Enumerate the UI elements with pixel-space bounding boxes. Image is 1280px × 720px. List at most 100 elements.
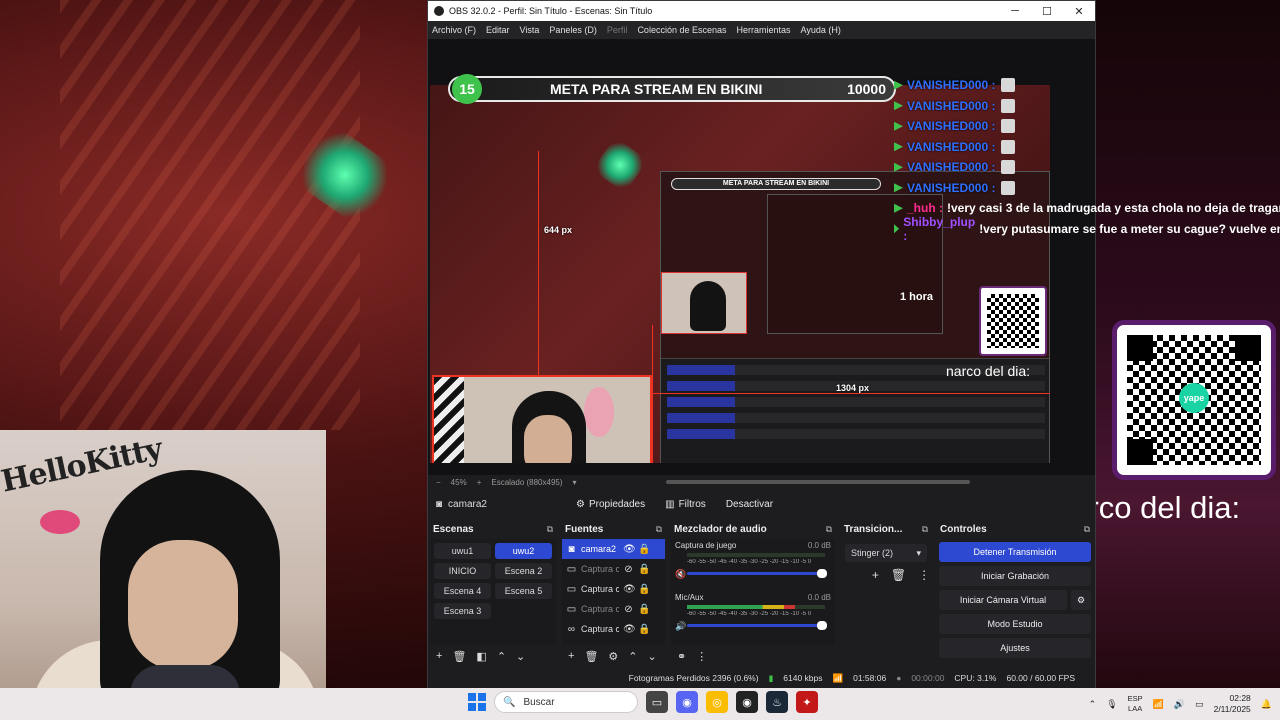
settings-button[interactable]: Ajustes <box>939 638 1091 658</box>
menu-view[interactable]: Vista <box>520 25 540 35</box>
virtual-camera-settings-button[interactable]: ⚙ <box>1071 590 1091 610</box>
window-icon: ▭ <box>566 563 577 575</box>
add-transition-icon[interactable]: + <box>872 568 879 582</box>
speaker-icon[interactable]: 🔊 <box>675 621 686 632</box>
stop-stream-button[interactable]: Detener Transmisión <box>939 542 1091 562</box>
notification-bell-icon[interactable]: 🔔 <box>1261 699 1272 710</box>
sources-dock: Fuentes ⧉ ◙ camara2 👁 🔒 ▭ Captura c ⊘ 🔒 ▭ Captur… <box>560 521 667 667</box>
preview-horizontal-scrollbar[interactable] <box>666 480 970 484</box>
more-options-icon[interactable]: ⋮ <box>918 568 930 582</box>
chrome-icon[interactable]: ◎ <box>706 691 728 713</box>
lock-icon[interactable]: 🔒 <box>638 544 650 555</box>
gear-icon[interactable]: ⚙ <box>608 650 618 663</box>
lock-icon[interactable]: 🔒 <box>638 564 650 575</box>
source-item[interactable]: ◙ camara2 👁 🔒 <box>562 539 665 559</box>
source-item[interactable]: ▭ Captura c ⊘ 🔒 <box>562 599 665 619</box>
wifi-icon[interactable]: 📶 <box>1153 699 1164 710</box>
remove-transition-icon[interactable]: 🗑 <box>891 568 906 582</box>
remove-scene-icon[interactable]: 🗑 <box>452 650 466 663</box>
obs-taskbar-icon[interactable]: ◉ <box>736 691 758 713</box>
game-app-icon[interactable]: ✦ <box>796 691 818 713</box>
zoom-out-button[interactable]: − <box>436 478 441 487</box>
properties-button[interactable]: ⚙ Propiedades <box>566 495 655 514</box>
chevron-down-icon[interactable]: ▾ <box>573 478 577 487</box>
scene-uwu2[interactable]: uwu2 <box>495 543 552 559</box>
meta-title: META PARA STREAM EN BIKINI <box>550 81 763 97</box>
dock-menu-icon[interactable]: ⧉ <box>547 524 553 535</box>
lock-icon[interactable]: 🔒 <box>638 624 650 635</box>
eye-hidden-icon[interactable]: ⊘ <box>623 604 634 615</box>
menu-docks[interactable]: Paneles (D) <box>549 25 597 35</box>
remove-source-icon[interactable]: 🗑 <box>584 650 598 663</box>
close-button[interactable]: ✕ <box>1063 5 1095 18</box>
dock-menu-icon[interactable]: ⧉ <box>826 524 832 535</box>
dock-menu-icon[interactable]: ⧉ <box>1084 524 1090 535</box>
move-down-icon[interactable]: ⌄ <box>648 650 657 663</box>
maximize-button[interactable]: ☐ <box>1031 5 1063 18</box>
dock-menu-icon[interactable]: ⧉ <box>656 524 662 535</box>
steam-icon[interactable]: ♨ <box>766 691 788 713</box>
lock-icon[interactable]: 🔒 <box>638 584 650 595</box>
scene-escena-3[interactable]: Escena 3 <box>434 603 491 619</box>
move-down-icon[interactable]: ⌄ <box>516 650 525 663</box>
start-button[interactable] <box>468 693 486 711</box>
menu-file[interactable]: Archivo (F) <box>432 25 476 35</box>
language-indicator[interactable]: ESP LAA <box>1128 694 1143 714</box>
source-item[interactable]: ∞ Captura c 👁 🔒 <box>562 619 665 639</box>
more-options-icon[interactable]: ⋮ <box>696 650 707 663</box>
scene-escena-4[interactable]: Escena 4 <box>434 583 491 599</box>
start-virtual-camera-button[interactable]: Iniciar Cámara Virtual <box>939 590 1067 610</box>
eye-hidden-icon[interactable]: ⊘ <box>623 564 634 575</box>
task-view-icon[interactable]: ▭ <box>646 691 668 713</box>
volume-knob[interactable] <box>817 621 827 630</box>
battery-icon[interactable]: ▭ <box>1195 699 1204 710</box>
add-scene-icon[interactable]: + <box>436 650 442 662</box>
camara2-source-frame[interactable] <box>432 375 652 463</box>
transition-select[interactable]: Stinger (2) ▾ <box>845 544 927 562</box>
minimize-button[interactable]: ─ <box>999 5 1031 18</box>
taskbar-search[interactable]: 🔍 Buscar <box>494 691 638 713</box>
lock-icon[interactable]: 🔒 <box>638 604 650 615</box>
source-item[interactable]: ▭ Captura c ⊘ 🔒 <box>562 559 665 579</box>
microphone-icon[interactable]: 🎙 <box>1106 699 1117 710</box>
scene-uwu1[interactable]: uwu1 <box>434 543 491 559</box>
eye-icon[interactable]: 👁 <box>623 584 636 595</box>
source-item[interactable]: ▭ Captura c 👁 🔒 <box>562 579 665 599</box>
dock-menu-icon[interactable]: ⧉ <box>922 524 928 535</box>
scene-inicio[interactable]: INICIO <box>434 563 491 579</box>
link-icon[interactable]: ⚭ <box>677 650 686 663</box>
chat-user: VANISHED000 : <box>907 78 996 93</box>
discord-icon[interactable]: ◉ <box>676 691 698 713</box>
filters-button[interactable]: ▥ Filtros <box>655 495 716 514</box>
volume-slider[interactable] <box>687 569 827 578</box>
volume-slider[interactable] <box>687 621 827 630</box>
menu-profile[interactable]: Perfil <box>607 25 628 35</box>
width-guide-line <box>652 393 1050 394</box>
volume-knob[interactable] <box>817 569 827 578</box>
eye-icon[interactable]: 👁 <box>623 624 636 635</box>
channel-db: 0.0 dB <box>807 541 831 550</box>
start-recording-button[interactable]: Iniciar Grabación <box>939 566 1091 586</box>
move-up-icon[interactable]: ⌃ <box>497 650 506 663</box>
add-source-icon[interactable]: + <box>568 650 574 662</box>
menu-edit[interactable]: Editar <box>486 25 510 35</box>
zoom-in-button[interactable]: + <box>477 478 482 487</box>
chat-line: VANISHED000 : <box>894 157 1280 178</box>
muted-speaker-icon[interactable]: 🔇 <box>675 569 686 580</box>
menu-scene-collection[interactable]: Colección de Escenas <box>637 25 726 35</box>
filters-icon[interactable]: ◧ <box>476 650 486 663</box>
scene-escena-5[interactable]: Escena 5 <box>495 583 552 599</box>
scene-escena-2[interactable]: Escena 2 <box>495 563 552 579</box>
move-up-icon[interactable]: ⌃ <box>628 650 637 663</box>
tray-chevron-icon[interactable]: ⌃ <box>1089 699 1097 710</box>
yape-logo-icon: yape <box>1179 383 1209 413</box>
menu-tools[interactable]: Herramientas <box>737 25 791 35</box>
taskbar-clock[interactable]: 02:28 2/11/2025 <box>1214 693 1251 715</box>
obs-preview[interactable]: META PARA STREAM EN BIKINI 644 px 1304 p… <box>428 39 1280 475</box>
menu-help[interactable]: Ayuda (H) <box>801 25 841 35</box>
eye-icon[interactable]: 👁 <box>623 544 636 555</box>
deactivate-button[interactable]: Desactivar <box>716 495 783 514</box>
studio-mode-button[interactable]: Modo Estudio <box>939 614 1091 634</box>
volume-icon[interactable]: 🔊 <box>1174 699 1185 710</box>
scaling-mode[interactable]: Escalado (880x495) <box>491 478 562 487</box>
